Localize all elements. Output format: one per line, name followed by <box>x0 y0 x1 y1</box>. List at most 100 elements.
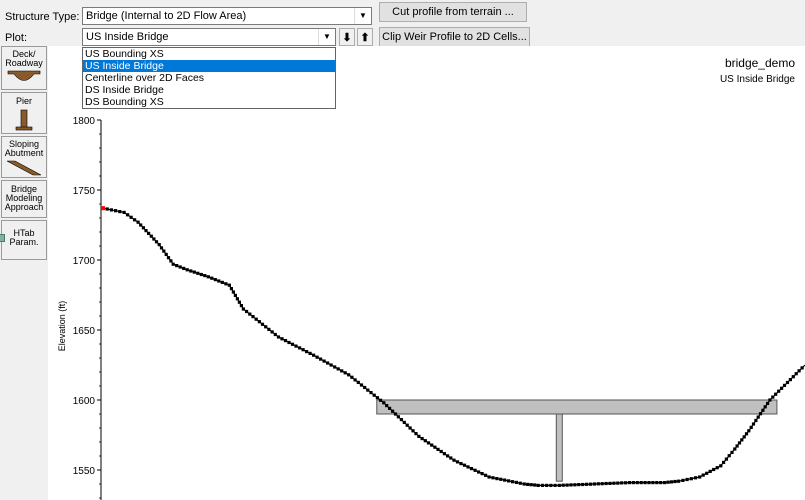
terrain-point <box>557 483 561 487</box>
terrain-point <box>217 279 221 283</box>
bridge-pier[interactable] <box>555 413 563 482</box>
terrain-point <box>114 209 118 213</box>
terrain-point <box>333 365 337 369</box>
terrain-point <box>353 378 357 382</box>
structure-type-value: Bridge (Internal to 2D Flow Area) <box>86 10 247 22</box>
terrain-point <box>701 473 705 477</box>
terrain-point <box>298 346 302 350</box>
terrain-point <box>305 350 309 354</box>
terrain-point <box>436 447 440 451</box>
terrain-point <box>588 482 593 486</box>
terrain-point <box>635 481 639 485</box>
chevron-down-icon[interactable]: ▼ <box>354 8 371 24</box>
terrain-point <box>744 432 749 436</box>
terrain-point <box>169 259 173 263</box>
terrain-point <box>141 226 145 230</box>
terrain-point <box>495 477 499 481</box>
clip-weir-button[interactable]: Clip Weir Profile to 2D Cells... <box>379 27 530 47</box>
terrain-point <box>322 359 326 363</box>
terrain-point <box>446 454 450 458</box>
terrain-point <box>166 256 171 260</box>
terrain-point <box>452 458 456 462</box>
terrain-point <box>585 482 589 486</box>
plot-value: US Inside Bridge <box>86 31 169 43</box>
terrain-point <box>689 477 693 481</box>
terrain-point <box>336 367 340 371</box>
terrain-point <box>740 438 744 442</box>
terrain-point <box>157 243 161 247</box>
terrain-point <box>220 280 224 284</box>
htab-param-button[interactable]: HTab Param. <box>1 220 47 260</box>
bridge-modeling-approach-button[interactable]: Bridge Modeling Approach <box>1 180 47 218</box>
terrain-point <box>455 460 460 464</box>
cut-profile-button[interactable]: Cut profile from terrain ... <box>379 2 527 22</box>
terrain-point <box>391 409 395 413</box>
terrain-point <box>308 351 312 355</box>
htab-label-2: Param. <box>9 237 39 247</box>
plot-background <box>48 46 805 500</box>
move-down-button[interactable]: ⬇ <box>339 28 355 46</box>
terrain-point <box>294 344 298 348</box>
sloping-abutment-button[interactable]: Sloping Abutment <box>1 136 47 178</box>
y-tick-label: 1800 <box>73 116 96 127</box>
pier-button[interactable]: Pier <box>1 92 47 134</box>
terrain-point <box>350 375 354 379</box>
plot-select[interactable]: US Inside Bridge ▼ <box>82 28 336 46</box>
terrain-point <box>192 270 196 274</box>
plot-option-selected[interactable]: US Inside Bridge <box>83 60 335 72</box>
terrain-point <box>417 434 421 438</box>
terrain-point <box>477 470 481 474</box>
plot-option[interactable]: DS Bounding XS <box>83 96 335 108</box>
bridge-deck[interactable] <box>376 399 778 415</box>
plot-dropdown-list[interactable]: US Bounding XS US Inside Bridge Centerli… <box>82 47 336 109</box>
move-up-button[interactable]: ⬆ <box>357 28 373 46</box>
terrain-point <box>203 274 207 278</box>
terrain-point <box>257 320 261 324</box>
terrain-point <box>491 476 495 480</box>
terrain-point <box>402 420 406 424</box>
terrain-point <box>329 363 333 367</box>
terrain-point <box>487 475 491 479</box>
terrain-point <box>666 480 670 484</box>
terrain-point <box>643 481 647 485</box>
terrain-point <box>375 396 379 400</box>
arrow-up-icon: ⬆ <box>360 31 370 44</box>
terrain-point <box>126 213 130 217</box>
structure-type-select[interactable]: Bridge (Internal to 2D Flow Area) ▼ <box>82 7 372 25</box>
terrain-point <box>507 479 511 483</box>
terrain-point <box>624 481 628 485</box>
terrain-point <box>122 210 126 214</box>
terrain-point <box>366 388 370 392</box>
terrain-point <box>312 353 316 357</box>
plot-option[interactable]: DS Inside Bridge <box>83 84 335 96</box>
terrain-point <box>136 220 140 224</box>
terrain-point <box>693 476 698 480</box>
terrain-point <box>565 483 569 487</box>
terrain-point <box>722 460 726 464</box>
terrain-point <box>372 393 376 397</box>
plot-option[interactable]: Centerline over 2D Faces <box>83 72 335 84</box>
terrain-point <box>600 482 604 486</box>
terrain-point <box>774 392 778 396</box>
terrain-point <box>612 481 616 485</box>
terrain-point <box>347 373 351 377</box>
terrain-point <box>620 481 624 485</box>
chevron-down-icon[interactable]: ▼ <box>318 29 335 45</box>
terrain-point <box>235 297 239 301</box>
terrain-point <box>182 266 186 270</box>
terrain-start-marker[interactable] <box>101 206 105 211</box>
terrain-point <box>301 348 305 352</box>
terrain-point <box>224 282 228 286</box>
terrain-point <box>627 481 632 485</box>
plot-option[interactable]: US Bounding XS <box>83 48 335 60</box>
terrain-point <box>414 432 418 436</box>
terrain-point <box>545 483 549 487</box>
terrain-point <box>727 454 731 458</box>
terrain-point <box>213 278 217 282</box>
deck-roadway-button[interactable]: Deck/ Roadway <box>1 46 47 90</box>
terrain-point <box>147 231 151 235</box>
terrain-point <box>466 465 470 469</box>
terrain-point <box>596 482 600 486</box>
terrain-point <box>800 366 804 370</box>
terrain-point <box>708 469 712 473</box>
